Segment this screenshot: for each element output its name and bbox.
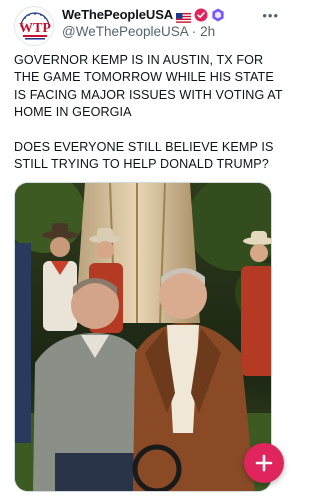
wtp-logo-icon: WTP (16, 8, 53, 45)
svg-text:WTP: WTP (19, 21, 51, 36)
display-name[interactable]: WeThePeopleUSA (62, 7, 173, 22)
post-header: WTP WeThePeopleUSA @WeThePeopleUSA · 2h … (14, 6, 287, 46)
us-flag-icon (176, 10, 192, 23)
more-options-icon[interactable]: ••• (262, 8, 279, 23)
hexagon-badge-icon (211, 8, 225, 22)
handle[interactable]: @WeThePeopleUSA (62, 24, 188, 39)
avatar[interactable]: WTP (14, 6, 54, 46)
handle-row: @WeThePeopleUSA · 2h (62, 24, 215, 39)
verified-badge-icon (194, 8, 208, 22)
author-row: WeThePeopleUSA (62, 6, 225, 23)
post-text: GOVERNOR KEMP IS IN AUSTIN, TX FOR THE G… (14, 52, 286, 191)
photo-illustration (15, 183, 271, 491)
post-paragraph: GOVERNOR KEMP IS IN AUSTIN, TX FOR THE G… (14, 53, 283, 120)
compose-plus-icon (255, 454, 273, 472)
post-photo[interactable] (14, 182, 272, 492)
post-paragraph: DOES EVERYONE STILL BELIEVE KEMP IS STIL… (14, 140, 274, 172)
separator: · (191, 24, 197, 39)
compose-button[interactable] (244, 443, 284, 483)
post-time: 2h (200, 24, 216, 39)
